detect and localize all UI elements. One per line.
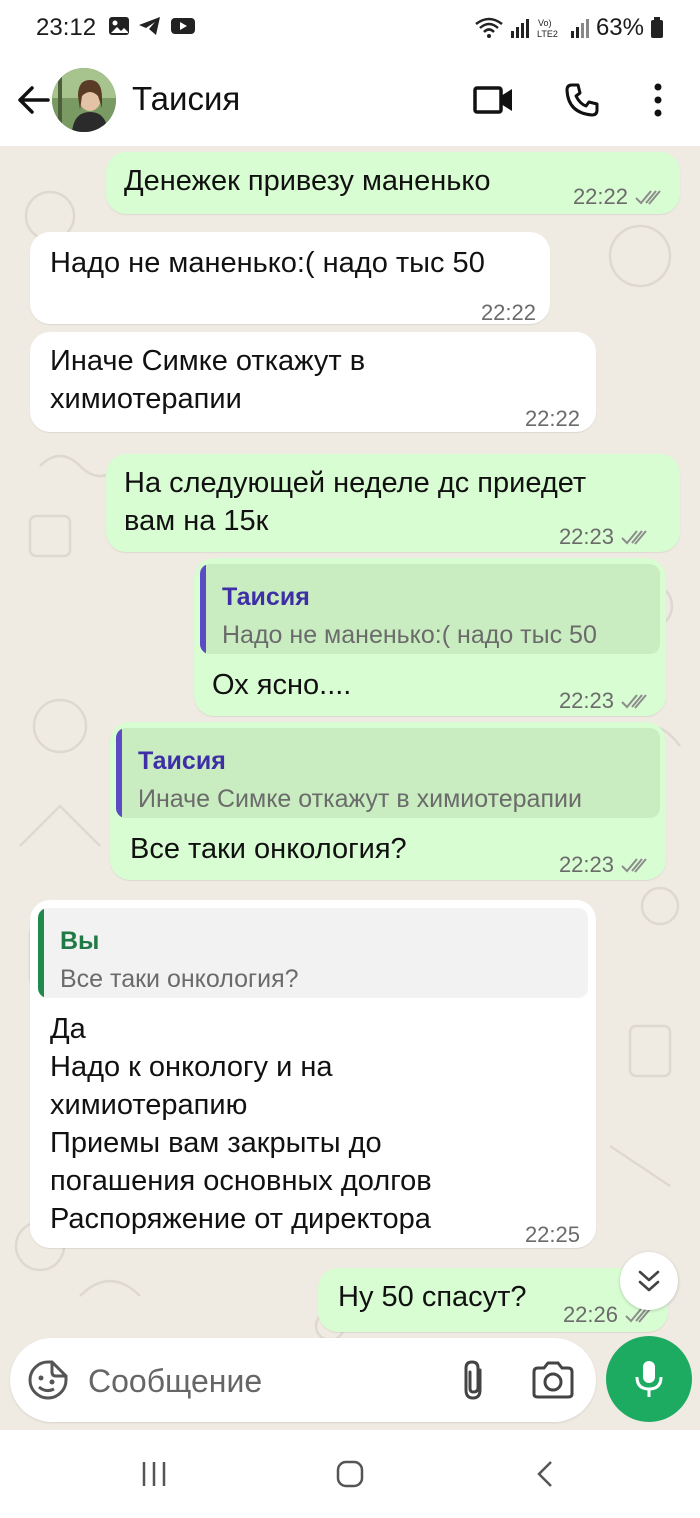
quoted-message[interactable]: Вы Все таки онкология? [38,908,588,998]
message-text: Ох ясно.... [212,669,352,701]
telegram-icon [139,17,160,35]
status-right: Vo) LTE2 63% [474,14,664,42]
message-time: 22:23 [558,524,614,549]
message-bubble-outgoing[interactable]: Денежек привезу маненько 22:22 [106,152,680,214]
quote-text: Все таки онкология? [60,965,299,993]
message-text: Иначе Симке откажут в химиотерапии [50,345,366,415]
video-call-button[interactable] [472,78,516,122]
phone-icon [565,83,599,117]
message-meta: 22:23 [559,846,652,884]
voice-call-button[interactable] [560,78,604,122]
message-text: Да Надо к онкологу и на химиотерапию При… [50,1013,432,1235]
recent-apps-icon [142,1462,166,1486]
message-text: Надо не маненько:( надо тыс 50 [50,247,485,279]
message-meta: 22:23 [559,682,652,720]
message-bubble-incoming[interactable]: Иначе Симке откажут в химиотерапии 22:22 [30,332,596,432]
read-ticks-icon [621,858,647,873]
message-text: Денежек привезу маненько [124,165,491,197]
message-time: 22:22 [480,300,536,325]
battery-percent: 63% [595,14,644,41]
svg-text:LTE2: LTE2 [537,29,558,39]
gallery-icon [109,17,129,35]
message-input[interactable] [86,1354,430,1408]
quote-text: Иначе Симке откажут в химиотерапии [138,785,582,813]
status-bar: 23:12 Vo) LTE2 63% [0,0,700,56]
message-meta: 22:22 [525,400,580,438]
message-text: Ну 50 спасут? [338,1281,527,1313]
system-back-button[interactable] [522,1450,570,1498]
quoted-message[interactable]: Таисия Надо не маненько:( надо тыс 50 [200,564,660,654]
message-bubble-outgoing[interactable]: Ну 50 спасут? 22:26 [318,1268,668,1332]
notification-icons [108,16,196,36]
message-meta: 22:25 [525,1216,580,1254]
quote-author: Таисия [138,747,226,775]
message-time: 22:23 [558,688,614,713]
quote-author: Таисия [222,583,310,611]
microphone-icon [635,1361,663,1397]
message-composer [10,1338,596,1422]
back-arrow-icon[interactable] [12,78,56,122]
svg-text:Vo): Vo) [538,18,552,28]
message-bubble-outgoing[interactable]: Таисия Надо не маненько:( надо тыс 50 Ох… [194,558,666,716]
double-chevron-down-icon [638,1270,660,1292]
quote-text: Надо не маненько:( надо тыс 50 [222,621,597,649]
chat-area[interactable]: Денежек привезу маненько 22:22 Надо не м… [0,146,700,1346]
message-time: 22:26 [562,1302,618,1327]
message-time: 22:22 [572,184,628,209]
message-time: 22:22 [524,406,580,431]
home-icon [336,1460,364,1488]
wifi-icon [475,17,503,38]
volte-icon: Vo)LTE2 [537,18,558,39]
quote-author: Вы [60,927,100,955]
avatar-photo-icon [52,68,116,132]
composer-area [0,1336,700,1430]
message-text: Все таки онкология? [130,833,407,865]
signal-icon [510,19,529,38]
chat-header: Таисия [0,56,700,146]
message-meta: 22:23 [559,518,652,556]
more-options-button[interactable] [636,78,680,122]
sticker-emoji-icon[interactable] [26,1358,70,1402]
quote-bar [116,728,122,818]
message-bubble-incoming[interactable]: Надо не маненько:( надо тыс 50 22:22 [30,232,550,325]
message-bubble-outgoing[interactable]: На следующей неделе дс приедет вам на 15… [106,454,680,552]
read-ticks-icon [621,530,647,545]
quote-bar [38,908,44,998]
battery-icon [651,17,663,38]
quoted-message[interactable]: Таисия Иначе Симке откажут в химиотерапи… [116,728,660,818]
message-bubble-incoming[interactable]: Вы Все таки онкология? Да Надо к онколог… [30,900,596,1248]
message-bubble-outgoing[interactable]: Таисия Иначе Симке откажут в химиотерапи… [110,722,666,880]
video-camera-icon [473,86,512,114]
more-vert-icon [654,83,662,117]
message-text: На следующей неделе дс приедет вам на 15… [124,467,587,537]
home-button[interactable] [326,1450,374,1498]
attach-icon[interactable] [452,1358,496,1402]
system-nav-bar [0,1430,700,1518]
youtube-icon [171,18,195,34]
read-ticks-icon [635,190,661,205]
message-meta: 22:22 [481,294,536,332]
voice-message-button[interactable] [606,1336,692,1422]
quote-bar [200,564,206,654]
recent-apps-button[interactable] [130,1450,178,1498]
status-time: 23:12 [36,14,97,41]
contact-name[interactable]: Таисия [132,80,240,118]
read-ticks-icon [621,694,647,709]
message-meta: 22:22 [573,178,666,216]
avatar[interactable] [52,68,116,132]
message-time: 22:23 [558,852,614,877]
chevron-left-icon [537,1461,552,1487]
message-time: 22:25 [524,1222,580,1247]
signal2-icon [570,19,589,38]
camera-icon[interactable] [530,1358,576,1402]
scroll-to-bottom-button[interactable] [620,1252,678,1310]
